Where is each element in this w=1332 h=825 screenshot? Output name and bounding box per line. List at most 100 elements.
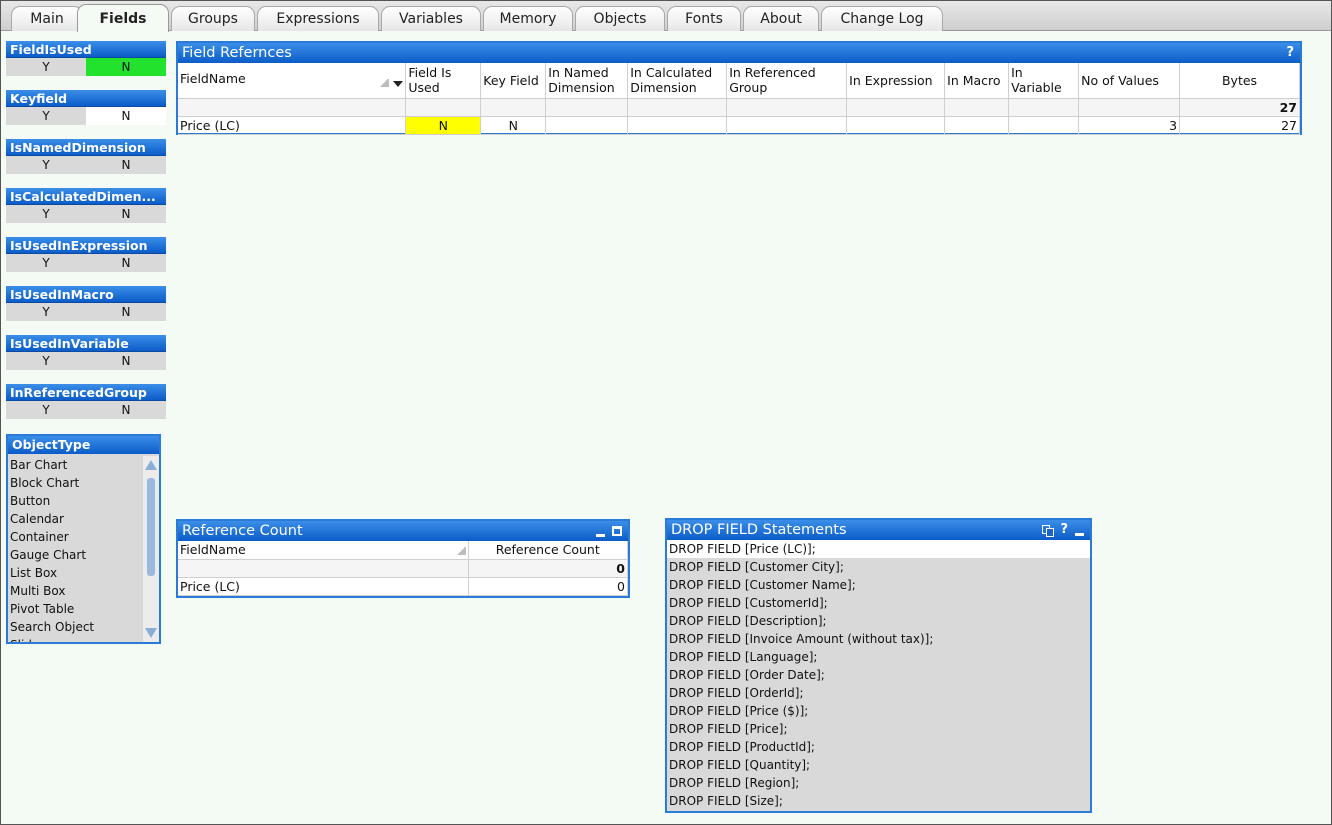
cell-in-macro[interactable] [944, 116, 1010, 135]
option-y[interactable]: Y [6, 58, 86, 76]
list-item[interactable]: Pivot Table [8, 600, 144, 618]
list-item[interactable]: Bar Chart [8, 456, 144, 474]
col-header-reference-count[interactable]: Reference Count [468, 541, 628, 560]
cell-in-variable[interactable] [1008, 116, 1080, 135]
tab-change-log[interactable]: Change Log [821, 6, 943, 31]
list-item[interactable]: Search Object [8, 618, 144, 636]
sort-dropdown-icon[interactable] [379, 75, 404, 90]
list-item[interactable]: DROP FIELD [ProductId]; [667, 738, 1090, 756]
list-item[interactable]: Gauge Chart [8, 546, 144, 564]
col-header-in-expression[interactable]: In Expression [846, 63, 946, 99]
tab-fonts[interactable]: Fonts [667, 6, 741, 31]
list-item[interactable]: DROP FIELD [Language]; [667, 648, 1090, 666]
cell-in-named-dimension[interactable] [545, 116, 629, 135]
option-y[interactable]: Y [6, 352, 86, 370]
list-item[interactable]: DROP FIELD [Price]; [667, 720, 1090, 738]
col-header-no-of-values[interactable]: No of Values [1078, 63, 1181, 99]
option-y[interactable]: Y [6, 401, 86, 419]
list-item[interactable]: DROP FIELD [Quantity]; [667, 756, 1090, 774]
tab-fields[interactable]: Fields [77, 4, 169, 32]
option-n[interactable]: N [86, 254, 166, 272]
tab-main[interactable]: Main [11, 6, 83, 31]
listbox-title: Keyfield [6, 90, 166, 107]
table-row[interactable]: Price (LC) 0 [178, 577, 628, 596]
reference-count-box: Reference Count FieldName Reference Coun… [176, 519, 630, 598]
list-item[interactable]: DROP FIELD [OrderId]; [667, 684, 1090, 702]
list-item[interactable]: DROP FIELD [Customer Name]; [667, 576, 1090, 594]
list-item[interactable]: DROP FIELD [Order Date]; [667, 666, 1090, 684]
cell-in-calculated-dimension[interactable] [627, 116, 728, 135]
minimize-icon[interactable] [596, 533, 605, 537]
option-y[interactable]: Y [6, 156, 86, 174]
list-item[interactable]: Slider [8, 636, 144, 642]
tab-expressions[interactable]: Expressions [257, 6, 379, 31]
col-header-in-referenced-group[interactable]: In Referenced Group [726, 63, 848, 99]
copy-icon[interactable] [1042, 524, 1055, 537]
cell-reference-count[interactable]: 0 [468, 577, 628, 596]
table-row[interactable]: Price (LC) N N 3 27 [178, 116, 1300, 135]
reference-count-title: Reference Count [182, 523, 303, 539]
option-y[interactable]: Y [6, 107, 86, 125]
col-header-key-field[interactable]: Key Field [480, 63, 547, 99]
scroll-down-icon[interactable] [145, 628, 157, 638]
listbox-title: IsUsedInExpression [6, 237, 166, 254]
option-y[interactable]: Y [6, 254, 86, 272]
listbox-keyfield: Keyfield Y N [6, 90, 166, 125]
option-n[interactable]: N [86, 352, 166, 370]
help-icon[interactable]: ? [1060, 520, 1068, 540]
cell-fieldname[interactable]: Price (LC) [178, 116, 407, 135]
list-item[interactable]: DROP FIELD [Invoice Amount (without tax)… [667, 630, 1090, 648]
col-header-fieldname[interactable]: FieldName [178, 63, 407, 99]
col-header-in-variable[interactable]: In Variable [1008, 63, 1080, 99]
cell-fieldname[interactable]: Price (LC) [178, 577, 469, 596]
col-header-bytes[interactable]: Bytes [1179, 63, 1300, 99]
scrollbar[interactable] [143, 456, 159, 642]
option-n[interactable]: N [86, 303, 166, 321]
col-header-in-calculated-dimension[interactable]: In Calculated Dimension [627, 63, 728, 99]
col-header-in-macro[interactable]: In Macro [944, 63, 1010, 99]
list-item[interactable]: DROP FIELD [CustomerId]; [667, 594, 1090, 612]
tab-groups[interactable]: Groups [171, 6, 255, 31]
list-item[interactable]: List Box [8, 564, 144, 582]
list-item[interactable]: DROP FIELD [Price ($)]; [667, 702, 1090, 720]
cell-no-of-values[interactable]: 3 [1078, 116, 1181, 135]
total-cell [627, 98, 728, 117]
list-item[interactable]: Button [8, 492, 144, 510]
scroll-thumb[interactable] [147, 478, 155, 576]
minimize-icon[interactable] [1075, 532, 1084, 536]
option-n[interactable]: N [86, 156, 166, 174]
option-n[interactable]: N [86, 58, 166, 76]
list-item[interactable]: DROP FIELD [Customer City]; [667, 558, 1090, 576]
sort-triangle-icon[interactable] [455, 547, 466, 556]
tab-about[interactable]: About [743, 6, 819, 31]
col-header-fieldname[interactable]: FieldName [178, 541, 469, 560]
list-item[interactable]: Block Chart [8, 474, 144, 492]
option-y[interactable]: Y [6, 303, 86, 321]
tab-objects[interactable]: Objects [575, 6, 665, 31]
scroll-up-icon[interactable] [145, 460, 157, 470]
tab-memory[interactable]: Memory [483, 6, 573, 31]
cell-in-expression[interactable] [846, 116, 946, 135]
option-n[interactable]: N [86, 205, 166, 223]
col-header-field-is-used[interactable]: Field Is Used [405, 63, 482, 99]
option-y[interactable]: Y [6, 205, 86, 223]
cell-field-is-used[interactable]: N [405, 116, 482, 135]
tab-variables[interactable]: Variables [381, 6, 481, 31]
drop-field-list: DROP FIELD [Price (LC)]; DROP FIELD [Cus… [667, 540, 1090, 810]
option-n[interactable]: N [86, 107, 166, 125]
list-item[interactable]: Container [8, 528, 144, 546]
list-item[interactable]: DROP FIELD [Size]; [667, 792, 1090, 810]
option-n[interactable]: N [86, 401, 166, 419]
list-item[interactable]: DROP FIELD [Region]; [667, 774, 1090, 792]
help-icon[interactable]: ? [1286, 43, 1294, 63]
list-item[interactable]: Multi Box [8, 582, 144, 600]
list-item[interactable]: DROP FIELD [Description]; [667, 612, 1090, 630]
maximize-icon[interactable] [612, 526, 622, 536]
list-item[interactable]: DROP FIELD [Price (LC)]; [667, 540, 1090, 558]
cell-bytes[interactable]: 27 [1179, 116, 1300, 135]
listbox-isnameddimension: IsNamedDimension Y N [6, 139, 166, 174]
cell-in-referenced-group[interactable] [726, 116, 848, 135]
list-item[interactable]: Calendar [8, 510, 144, 528]
cell-key-field[interactable]: N [480, 116, 547, 135]
col-header-in-named-dimension[interactable]: In Named Dimension [545, 63, 629, 99]
